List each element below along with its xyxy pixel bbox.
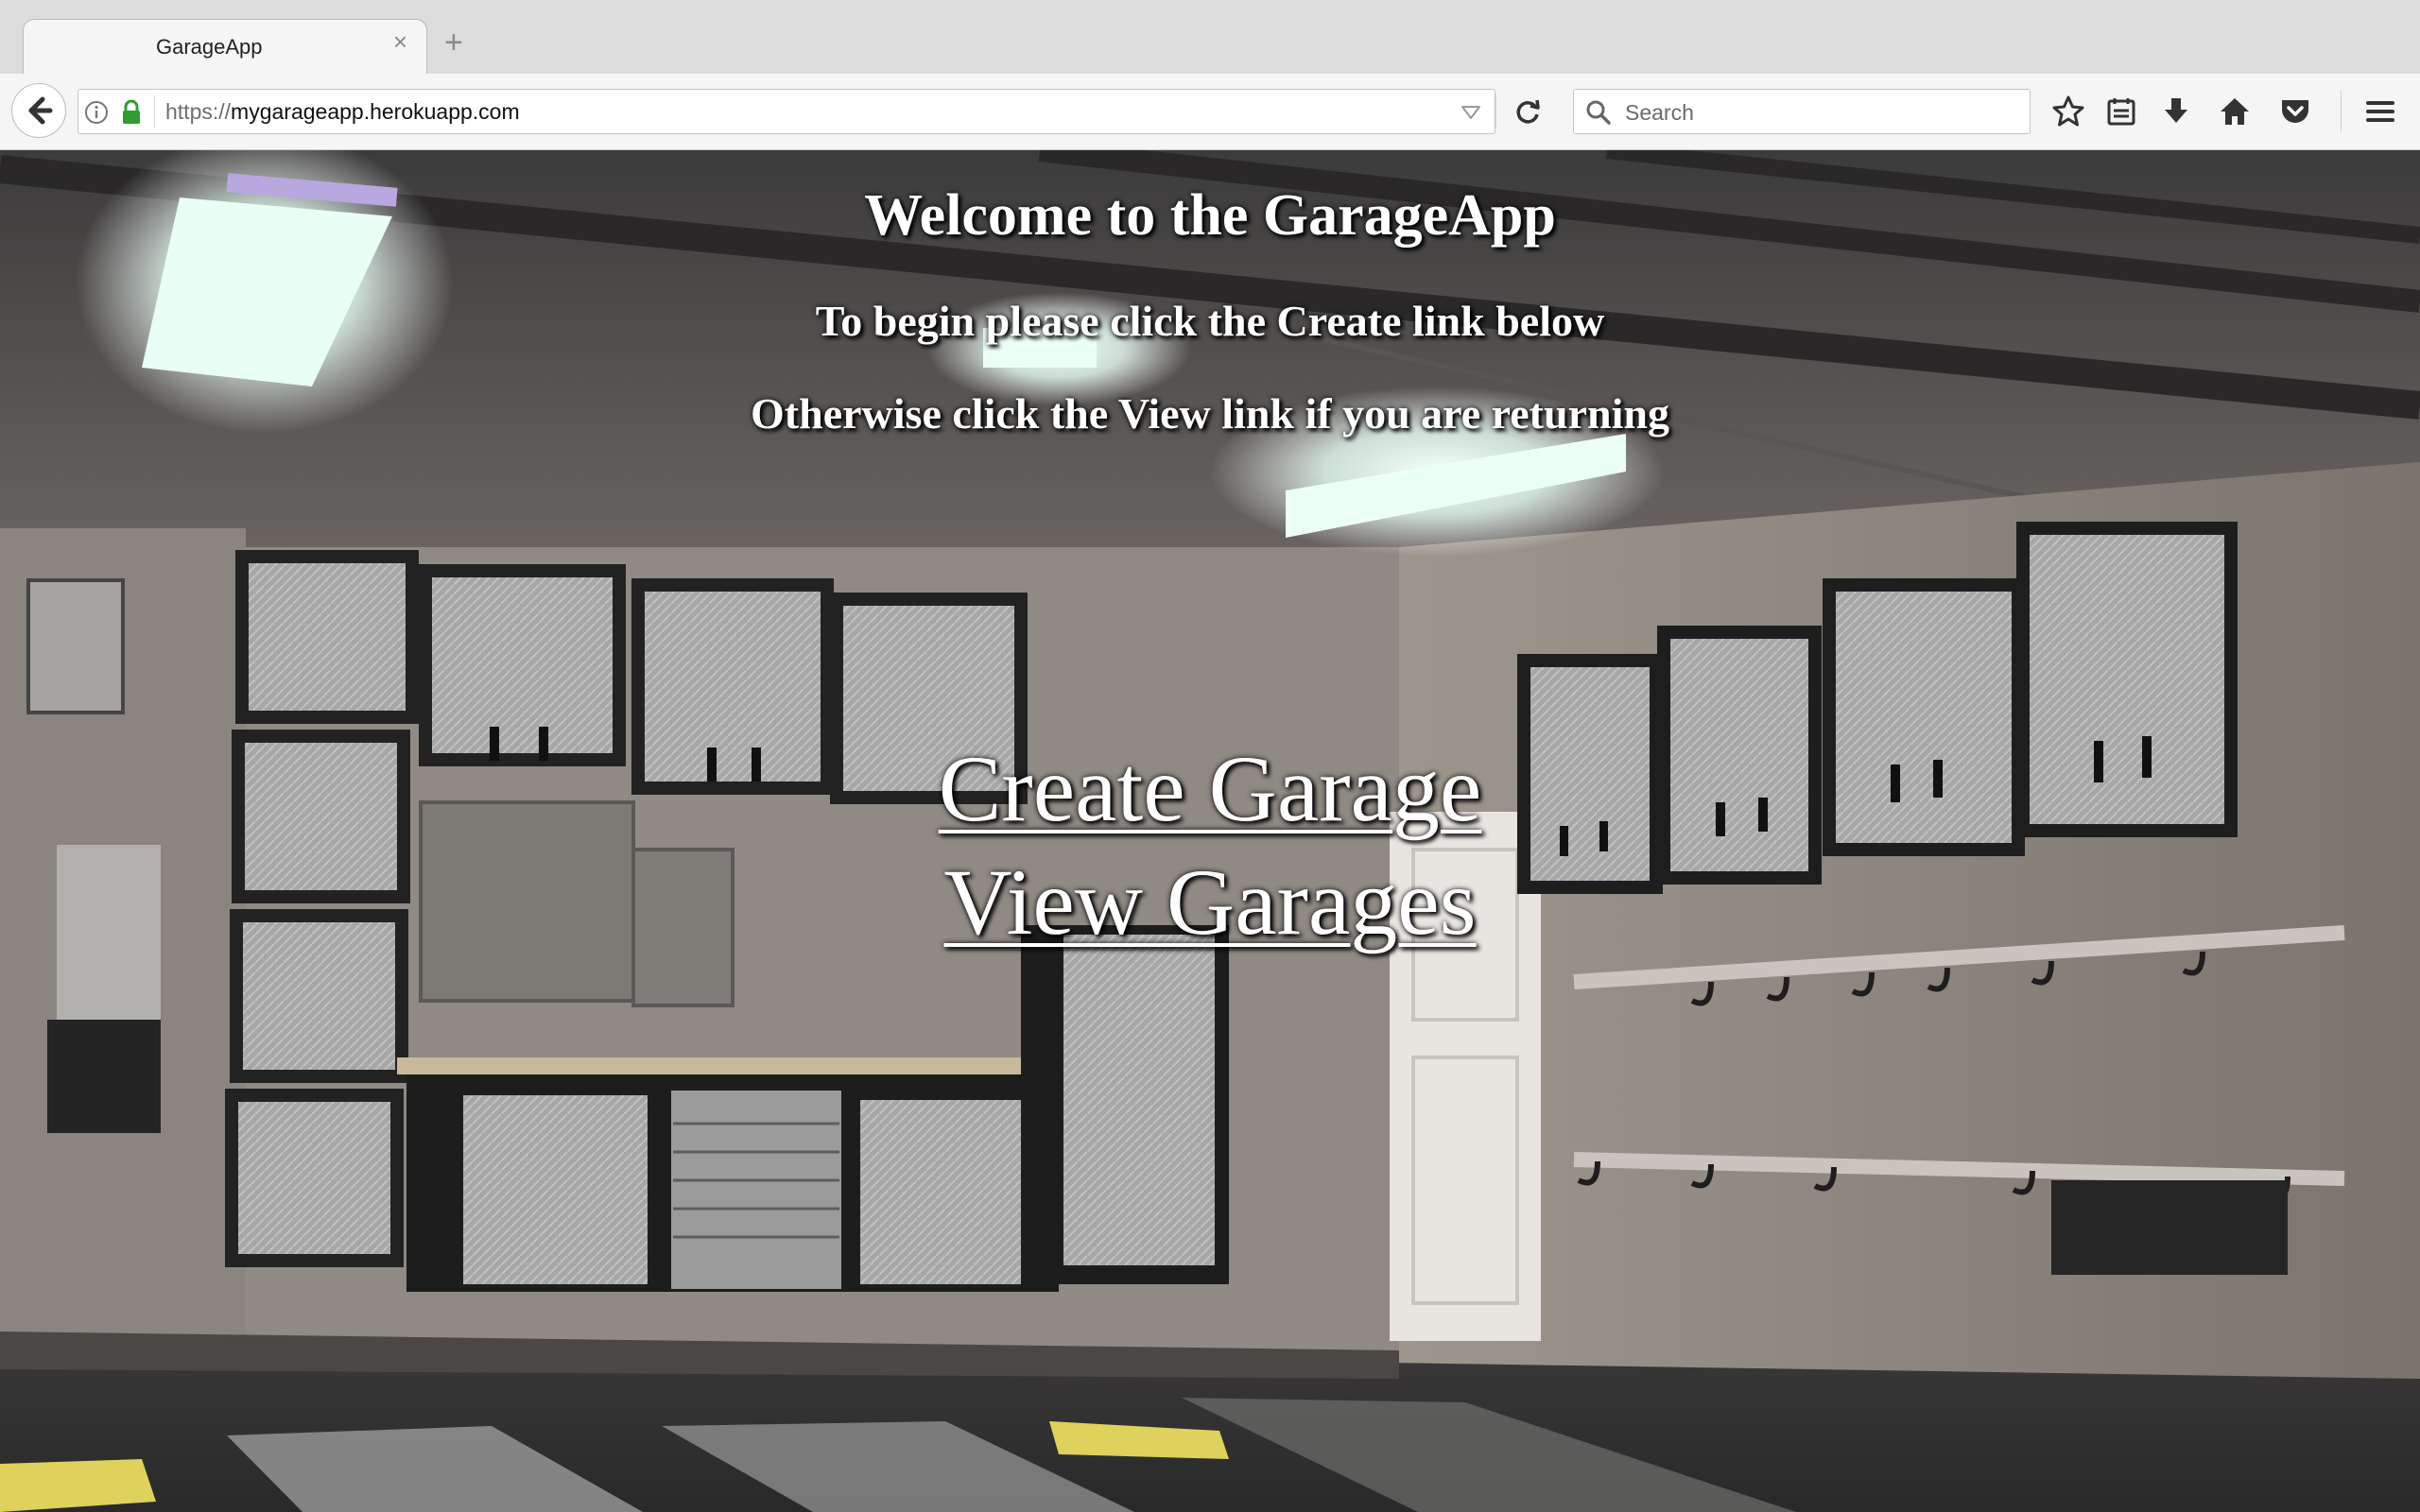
info-icon[interactable] — [84, 100, 109, 125]
star-icon[interactable] — [2051, 94, 2085, 129]
back-button[interactable] — [11, 83, 66, 138]
search-bar[interactable]: Search — [1573, 89, 2031, 134]
view-garages-link[interactable]: View Garages — [0, 848, 2420, 956]
search-placeholder: Search — [1625, 100, 1694, 125]
create-garage-link[interactable]: Create Garage — [0, 734, 2420, 843]
url-protocol: https:// — [165, 99, 232, 124]
toolbar-separator — [2341, 91, 2342, 132]
url-bar[interactable]: https://mygarageapp.herokuapp.com — [78, 89, 1495, 134]
url-separator — [154, 95, 155, 128]
welcome-heading: Welcome to the GarageApp — [864, 183, 1556, 248]
dropdown-arrow-icon[interactable] — [1461, 105, 1481, 120]
search-icon — [1586, 100, 1611, 125]
new-tab-button[interactable]: + — [444, 26, 463, 59]
reload-separator — [1495, 94, 1496, 129]
page-content: Welcome to the GarageApp To begin please… — [0, 150, 2420, 1512]
reload-icon[interactable] — [1512, 96, 1543, 127]
tab-title: GarageApp — [156, 35, 263, 59]
tab-bar: GarageApp × + — [0, 0, 2420, 75]
tab-garageapp[interactable]: GarageApp × — [23, 19, 427, 74]
instruction-view: Otherwise click the View link if you are… — [751, 389, 1669, 438]
page-viewport: Welcome to the GarageApp To begin please… — [0, 150, 2420, 1512]
hamburger-icon[interactable] — [2363, 94, 2397, 129]
instruction-create: To begin please click the Create link be… — [815, 297, 1605, 345]
lock-icon[interactable] — [120, 99, 143, 126]
url-text[interactable]: https://mygarageapp.herokuapp.com — [165, 99, 520, 125]
download-icon[interactable] — [2159, 94, 2193, 129]
navigation-bar: https://mygarageapp.herokuapp.com Search — [0, 74, 2420, 150]
pocket-icon[interactable] — [2278, 94, 2312, 129]
home-icon[interactable] — [2218, 94, 2252, 129]
tab-close-icon[interactable]: × — [393, 29, 407, 54]
back-arrow-icon — [28, 96, 53, 125]
library-icon[interactable] — [2104, 94, 2138, 129]
url-host: mygarageapp.herokuapp.com — [231, 99, 520, 124]
